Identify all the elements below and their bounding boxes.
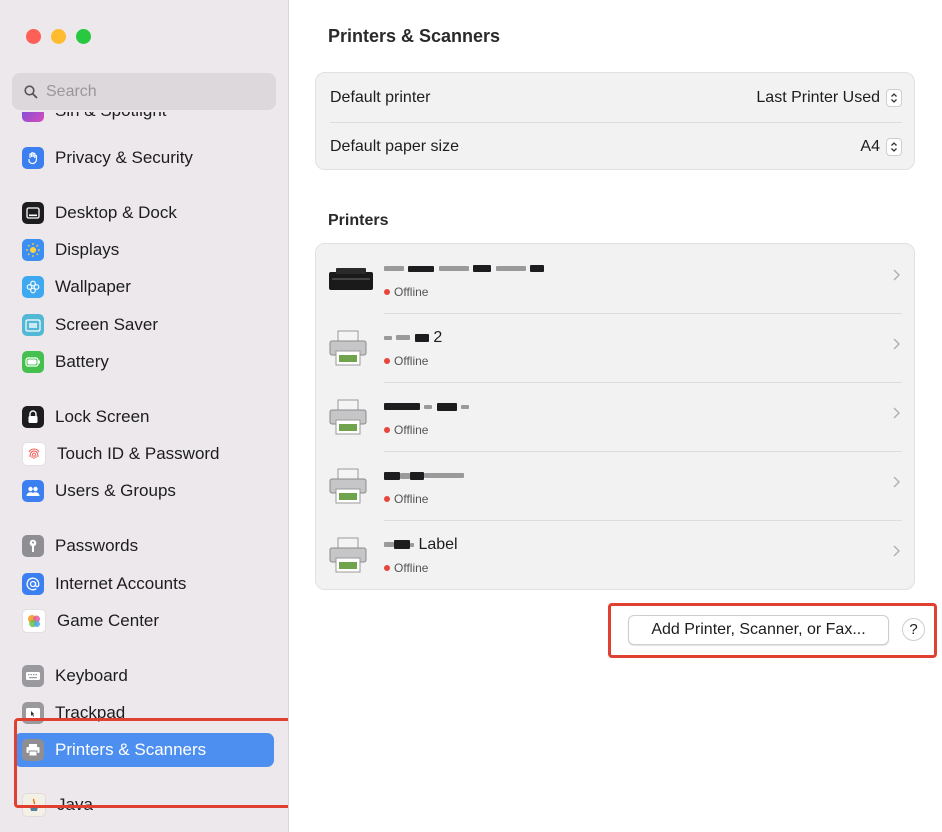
offline-dot-icon	[384, 565, 390, 571]
offline-dot-icon	[384, 289, 390, 295]
sidebar-item-lock-screen[interactable]: Lock Screen	[14, 400, 274, 434]
zoom-button[interactable]	[76, 29, 91, 44]
highlight-box-sidebar	[14, 718, 288, 808]
dock-icon	[22, 202, 44, 224]
sidebar-item-keyboard[interactable]: Keyboard	[14, 659, 274, 693]
printer-row[interactable]: 2 Offline	[316, 313, 914, 382]
printers-section-title: Printers	[328, 212, 389, 229]
printer-row[interactable]: Label Offline	[316, 520, 914, 589]
printer-icon	[329, 468, 367, 504]
sidebar: Search Siri & Spotlight Privacy & Securi…	[0, 0, 289, 832]
chevron-right-icon	[893, 476, 900, 488]
printer-icon	[329, 330, 367, 366]
sidebar-item-wallpaper[interactable]: Wallpaper	[14, 270, 274, 304]
chevron-right-icon	[893, 269, 900, 281]
search-placeholder: Search	[46, 82, 97, 100]
default-printer-value[interactable]: Last Printer Used	[756, 89, 880, 107]
sidebar-item-siri-spotlight[interactable]: Siri & Spotlight	[22, 112, 282, 126]
main-content: Printers & Scanners Default printer Last…	[289, 0, 942, 832]
sidebar-item-battery[interactable]: Battery	[14, 345, 274, 379]
search-input[interactable]: Search	[12, 73, 276, 110]
game-center-icon	[22, 609, 46, 633]
battery-icon	[22, 351, 44, 373]
offline-dot-icon	[384, 496, 390, 502]
offline-dot-icon	[384, 427, 390, 433]
search-icon	[24, 84, 38, 99]
printer-row[interactable]: Offline	[316, 382, 914, 451]
sidebar-item-desktop-dock[interactable]: Desktop & Dock	[14, 196, 274, 230]
default-printer-row[interactable]: Default printer Last Printer Used	[330, 74, 902, 122]
printer-name: Label	[384, 536, 458, 554]
printer-status: Offline	[384, 285, 428, 299]
printers-list: Offline 2 Offline Offline Offline Label …	[315, 243, 915, 590]
printer-status: Offline	[384, 492, 428, 506]
highlight-box-add-button	[608, 603, 937, 658]
chevron-right-icon	[893, 545, 900, 557]
printer-name	[384, 398, 470, 416]
sidebar-item-screen-saver[interactable]: Screen Saver	[14, 308, 274, 342]
sidebar-item-internet-accounts[interactable]: Internet Accounts	[14, 567, 274, 601]
defaults-card: Default printer Last Printer Used Defaul…	[315, 72, 915, 170]
fingerprint-icon	[22, 442, 46, 466]
sidebar-item-game-center[interactable]: Game Center	[14, 604, 274, 638]
users-icon	[22, 480, 44, 502]
siri-icon	[22, 112, 44, 122]
inkjet-printer-icon	[329, 268, 373, 290]
printer-row[interactable]: Offline	[316, 244, 914, 313]
sun-icon	[22, 239, 44, 261]
sidebar-item-users-groups[interactable]: Users & Groups	[14, 474, 274, 508]
chevron-right-icon	[893, 338, 900, 350]
flower-icon	[22, 276, 44, 298]
close-button[interactable]	[26, 29, 41, 44]
printer-name	[384, 467, 464, 485]
screensaver-icon	[22, 314, 44, 336]
sidebar-item-passwords[interactable]: Passwords	[14, 529, 274, 563]
updown-chevron-icon[interactable]	[886, 138, 902, 156]
printer-status: Offline	[384, 561, 428, 575]
keyboard-icon	[22, 665, 44, 687]
printer-status: Offline	[384, 354, 428, 368]
printer-name	[384, 260, 545, 278]
printer-icon	[329, 399, 367, 435]
minimize-button[interactable]	[51, 29, 66, 44]
window-controls	[26, 29, 91, 44]
sidebar-item-touch-id[interactable]: Touch ID & Password	[14, 437, 274, 471]
sidebar-item-displays[interactable]: Displays	[14, 233, 274, 267]
chevron-right-icon	[893, 407, 900, 419]
sidebar-item-privacy-security[interactable]: Privacy & Security	[14, 141, 274, 175]
page-title: Printers & Scanners	[328, 26, 501, 46]
default-paper-size-value[interactable]: A4	[860, 138, 880, 156]
printer-status: Offline	[384, 423, 428, 437]
default-paper-size-label: Default paper size	[330, 138, 459, 155]
printer-icon	[329, 537, 367, 573]
printer-name: 2	[384, 329, 442, 347]
printer-row[interactable]: Offline	[316, 451, 914, 520]
at-icon	[22, 573, 44, 595]
updown-chevron-icon[interactable]	[886, 89, 902, 107]
default-printer-label: Default printer	[330, 89, 431, 106]
lock-icon	[22, 406, 44, 428]
default-paper-size-row[interactable]: Default paper size A4	[330, 123, 902, 171]
hand-icon	[22, 147, 44, 169]
offline-dot-icon	[384, 358, 390, 364]
key-icon	[22, 535, 44, 557]
